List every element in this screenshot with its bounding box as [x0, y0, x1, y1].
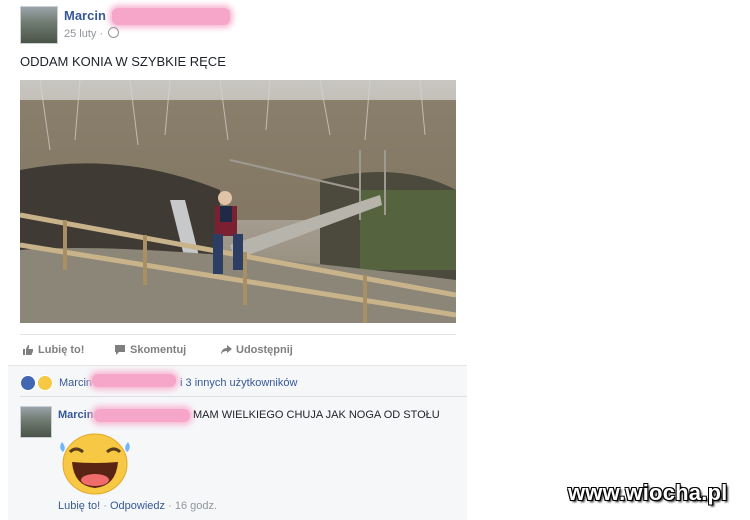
post-actions-bar: Lubię to! Skomentuj Udostępnij: [20, 334, 456, 365]
haha-reaction-icon: [37, 375, 53, 391]
comment-avatar[interactable]: [20, 406, 52, 438]
like-reaction-icon: [20, 375, 36, 391]
like-label: Lubię to!: [38, 344, 85, 356]
comment-meta: Lubię to! · Odpowiedz · 16 godz.: [58, 500, 217, 512]
reactions-name[interactable]: Marcin: [59, 377, 92, 389]
comment-icon: [115, 345, 125, 355]
meta-separator: ·: [168, 500, 172, 512]
post-date[interactable]: 25 luty: [64, 28, 96, 40]
thumbs-up-icon: [23, 345, 33, 355]
meta-separator: ·: [103, 500, 107, 512]
comment-label: Skomentuj: [130, 344, 187, 356]
redaction-mark: [94, 409, 190, 422]
author-avatar[interactable]: [20, 6, 58, 44]
post-card: Marcin 25 luty · ODDAM KONIA W SZYBKIE R…: [0, 0, 467, 520]
redaction-mark: [112, 8, 230, 25]
post-text: ODDAM KONIA W SZYBKIE RĘCE: [20, 54, 226, 69]
meta-separator: ·: [99, 28, 104, 40]
like-button[interactable]: Lubię to!: [22, 344, 84, 356]
comment-button[interactable]: Skomentuj: [114, 344, 186, 356]
globe-icon: [108, 27, 120, 38]
post-meta: 25 luty ·: [64, 27, 120, 40]
photo-illustration: [20, 80, 456, 323]
divider: [20, 396, 467, 397]
feedback-section: Marcin i 3 innych użytkowników Marcin MA…: [8, 365, 467, 520]
post-photo[interactable]: [20, 80, 456, 323]
comment-reply-link[interactable]: Odpowiedz: [110, 500, 165, 512]
share-icon: [221, 345, 232, 355]
comment-like-link[interactable]: Lubię to!: [58, 500, 100, 512]
redaction-mark: [92, 374, 176, 387]
comment-time[interactable]: 16 godz.: [175, 500, 217, 512]
share-button[interactable]: Udostępnij: [220, 344, 293, 356]
share-label: Udostępnij: [236, 344, 293, 356]
comment-text: MAM WIELKIEGO CHUJA JAK NOGA OD STOŁU: [193, 409, 440, 421]
reactions-others[interactable]: i 3 innych użytkowników: [180, 377, 297, 389]
post-author-name[interactable]: Marcin: [64, 8, 106, 23]
comment-author-name[interactable]: Marcin: [58, 409, 93, 421]
watermark: www.wiocha.pl: [568, 480, 728, 505]
haha-emoji-icon: [60, 433, 130, 495]
